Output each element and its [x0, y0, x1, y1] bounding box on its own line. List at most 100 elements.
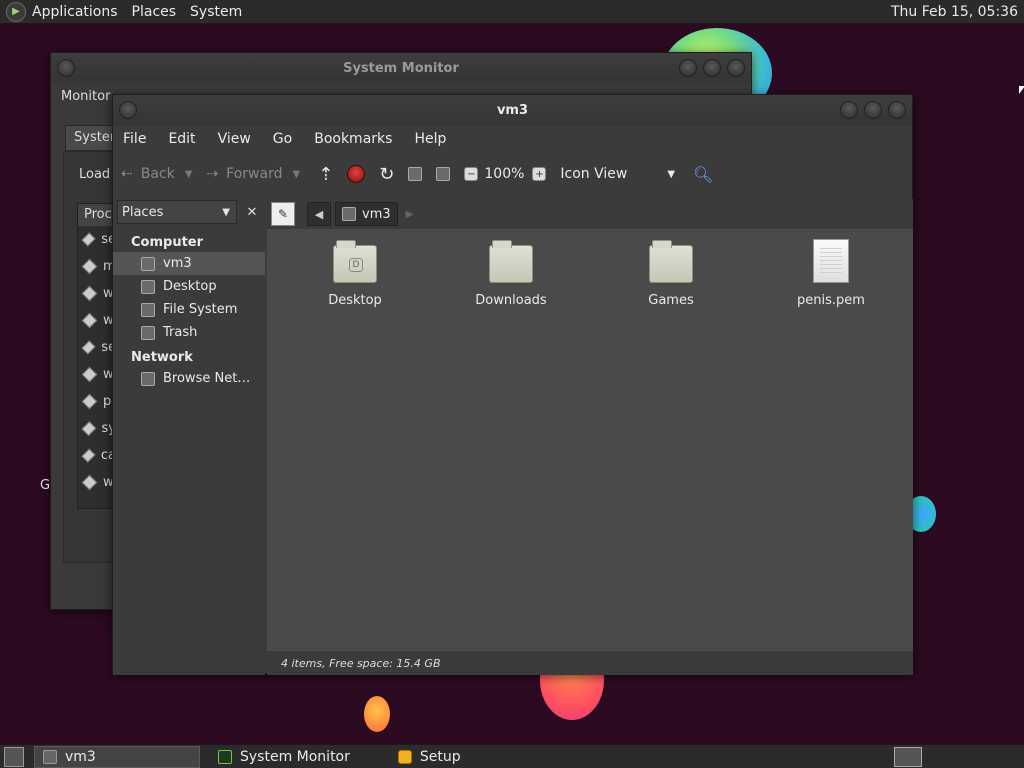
status-bar: 4 items, Free space: 15.4 GB	[267, 651, 913, 675]
places-menu[interactable]: Places	[132, 4, 177, 20]
window-title: vm3	[496, 102, 529, 118]
search-icon: 🔍︎	[693, 164, 714, 184]
forward-history-dropdown-icon[interactable]: ▼	[292, 169, 300, 180]
stop-icon	[347, 165, 366, 183]
wallpaper-blob	[364, 696, 390, 732]
file-view[interactable]: D Desktop Downloads Games penis.pem	[267, 229, 913, 651]
close-button[interactable]	[888, 101, 906, 119]
sidebar-item-desktop[interactable]: Desktop	[113, 275, 265, 298]
taskbar-item-vm3[interactable]: vm3	[34, 745, 200, 768]
forward-label: Forward	[226, 166, 283, 182]
menu-monitor[interactable]: Monitor	[61, 89, 110, 104]
file-item-pem[interactable]: penis.pem	[771, 239, 891, 308]
sidebar-item-file-system[interactable]: File System	[113, 298, 265, 321]
text-file-icon	[813, 239, 849, 283]
folder-icon	[489, 240, 533, 283]
list-item[interactable]: w	[78, 361, 116, 388]
maximize-button[interactable]	[703, 59, 721, 77]
back-label: Back	[140, 166, 175, 182]
panel-clock[interactable]: Thu Feb 15, 05:36	[891, 4, 1018, 20]
file-item-desktop[interactable]: D Desktop	[295, 240, 415, 308]
places-sidebar: Computer vm3 Desktop File System Trash N…	[113, 229, 265, 675]
file-item-games[interactable]: Games	[611, 240, 731, 308]
stop-button[interactable]	[347, 165, 366, 183]
back-button[interactable]: ⇠ Back	[121, 166, 175, 182]
search-button[interactable]: 🔍︎	[693, 165, 713, 184]
path-scroll-right-icon[interactable]: ▶	[406, 209, 414, 220]
places-label: Places	[122, 204, 164, 220]
back-history-dropdown-icon[interactable]: ▼	[185, 169, 193, 180]
menu-view[interactable]: View	[218, 131, 251, 147]
sidebar-item-vm3[interactable]: vm3	[113, 252, 265, 275]
list-item[interactable]: se	[78, 226, 116, 253]
close-button[interactable]	[727, 59, 745, 77]
system-menu[interactable]: System	[190, 4, 242, 20]
up-button[interactable]: ⇡	[318, 164, 333, 185]
minimize-button[interactable]	[679, 59, 697, 77]
taskbar-item-system-monitor[interactable]: System Monitor	[210, 746, 358, 768]
list-item[interactable]: m	[78, 253, 116, 280]
list-item[interactable]: sy	[78, 415, 116, 442]
process-icon	[81, 258, 98, 275]
process-icon	[81, 421, 97, 436]
distro-logo-icon[interactable]: ▶	[6, 1, 26, 22]
file-manager-window[interactable]: vm3 File Edit View Go Bookmarks Help ⇠ B…	[112, 94, 913, 675]
maximize-button[interactable]	[864, 101, 882, 119]
menu-edit[interactable]: Edit	[168, 131, 195, 147]
sidebar-heading-computer: Computer	[131, 235, 204, 250]
titlebar[interactable]: vm3	[113, 95, 912, 125]
network-icon	[141, 371, 155, 386]
sidebar-item-browse-network[interactable]: Browse Net…	[113, 367, 265, 390]
process-column-header[interactable]: Proc	[78, 204, 116, 226]
sidebar-mode-select[interactable]: Places ▼	[117, 200, 237, 224]
file-item-downloads[interactable]: Downloads	[451, 240, 571, 308]
menu-bookmarks[interactable]: Bookmarks	[314, 131, 392, 147]
forward-arrow-icon: ⇢	[206, 166, 219, 182]
reload-button[interactable]: ↻	[379, 164, 394, 185]
process-icon	[81, 340, 96, 355]
task-label: Setup	[419, 748, 461, 765]
path-scroll-left-button[interactable]: ◀	[307, 202, 331, 226]
breadcrumb[interactable]: vm3	[335, 202, 398, 226]
window-menu-icon[interactable]	[119, 101, 137, 119]
toggle-location-button[interactable]: ✎	[271, 202, 295, 226]
window-menu-icon[interactable]	[57, 59, 75, 77]
list-item[interactable]: w	[78, 280, 116, 307]
list-item[interactable]: se	[78, 334, 116, 361]
workspace-switcher-icon[interactable]	[894, 746, 922, 767]
system-monitor-icon	[218, 749, 232, 764]
top-panel: ▶ Applications Places System Thu Feb 15,…	[0, 0, 1024, 24]
list-item[interactable]: ca	[78, 442, 116, 469]
zoom-out-button[interactable]: −	[464, 167, 479, 181]
process-list[interactable]: Proc se m w w se w p sy ca w	[77, 203, 117, 509]
path-bar: ✎ ◀ vm3 ▶	[267, 199, 913, 229]
menu-file[interactable]: File	[123, 131, 146, 147]
menu-help[interactable]: Help	[414, 131, 446, 147]
process-icon	[81, 232, 96, 247]
list-item[interactable]: p	[78, 388, 116, 415]
breadcrumb-label: vm3	[362, 206, 391, 222]
applications-menu[interactable]: Applications	[32, 4, 118, 20]
file-label: Downloads	[475, 293, 547, 308]
zoom-level[interactable]: 100%	[484, 166, 524, 182]
menu-go[interactable]: Go	[273, 131, 292, 147]
list-item[interactable]: w	[78, 469, 116, 496]
trash-icon	[141, 325, 155, 340]
sidebar-item-label: Trash	[163, 325, 198, 340]
forward-button[interactable]: ⇢ Forward	[206, 166, 282, 182]
sidebar-header: Places ▼ ✕	[113, 199, 265, 225]
view-mode-select[interactable]: Icon View ▼	[560, 166, 675, 182]
sidebar-item-trash[interactable]: Trash	[113, 321, 265, 344]
minimize-button[interactable]	[840, 101, 858, 119]
list-item[interactable]: w	[78, 307, 116, 334]
sidebar-item-label: File System	[163, 302, 238, 317]
taskbar-item-setup[interactable]: Setup	[390, 746, 469, 768]
zoom-in-button[interactable]: +	[532, 167, 547, 181]
home-button[interactable]	[408, 167, 423, 181]
show-desktop-button[interactable]	[4, 746, 24, 767]
process-name: p	[103, 394, 112, 409]
computer-button[interactable]	[436, 167, 451, 181]
titlebar[interactable]: System Monitor	[51, 53, 751, 83]
home-folder-icon	[342, 207, 356, 221]
close-sidebar-button[interactable]: ✕	[241, 201, 263, 223]
